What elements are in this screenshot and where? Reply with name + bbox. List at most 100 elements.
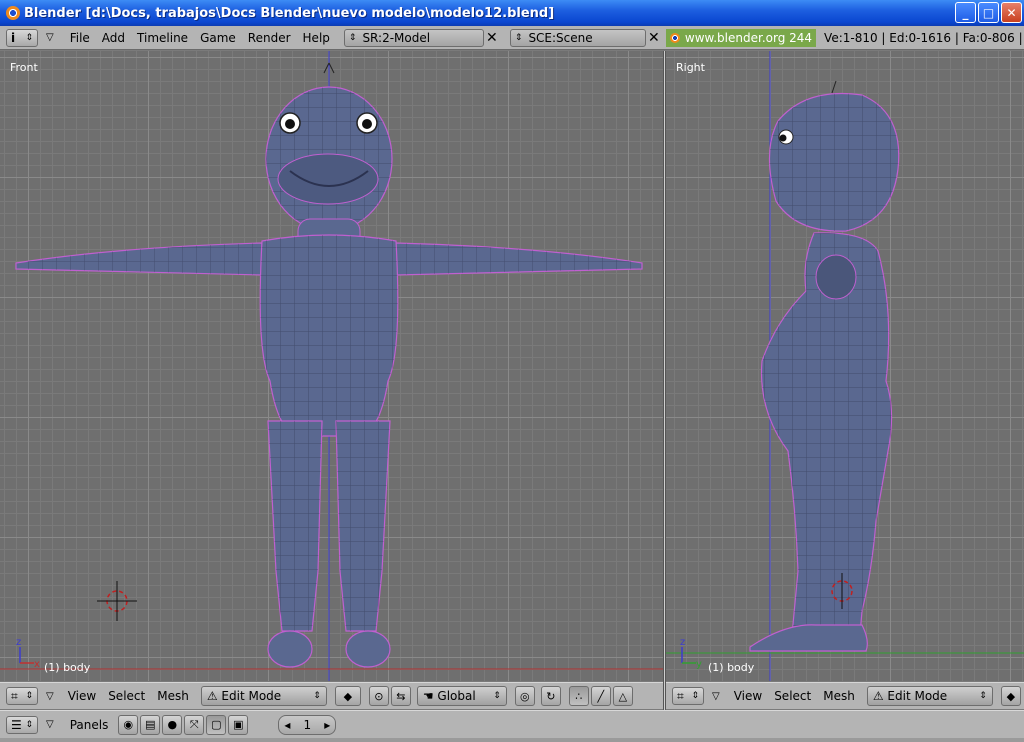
updown-arrows-icon: ⇕ — [313, 691, 321, 701]
bottom-edge — [0, 738, 1024, 742]
edit-mode-icon: ⚠ — [872, 689, 884, 703]
3d-view-header-right: ⌗ ⇕ ▽ View Select Mesh ⚠ Edit Mode ⇕ ◆ — [666, 682, 1024, 709]
delete-screen-button[interactable]: ✕ — [484, 29, 500, 47]
character-torso — [259, 234, 399, 437]
logic-icon[interactable]: ◉ — [118, 714, 139, 735]
side-head — [768, 80, 900, 232]
info-icon: i — [11, 30, 16, 45]
minimize-button[interactable]: _ — [955, 2, 976, 23]
svg-text:x: x — [34, 659, 40, 670]
menu-help[interactable]: Help — [297, 31, 336, 45]
menu-game[interactable]: Game — [194, 31, 242, 45]
grid-icon: ⌗ — [677, 688, 684, 703]
close-button[interactable]: ✕ — [1001, 2, 1022, 23]
frame-number-field[interactable]: ◂ 1 ▸ — [278, 714, 337, 735]
updown-arrows-icon: ⇕ — [979, 691, 987, 701]
character-head — [265, 62, 393, 232]
menu-file[interactable]: File — [64, 31, 96, 45]
draw-type-button[interactable]: ◆ — [1000, 686, 1021, 706]
menu-render[interactable]: Render — [242, 31, 297, 45]
menu-view[interactable]: View — [728, 689, 768, 703]
window-titlebar: Blender [d:\Docs, trabajos\Docs Blender\… — [0, 0, 1024, 26]
svg-text:y: y — [696, 659, 702, 670]
script-icon[interactable]: ▤ — [140, 714, 161, 735]
collapse-menu-triangle-icon[interactable]: ▽ — [42, 32, 58, 43]
updown-arrows-icon: ⇕ — [514, 32, 523, 43]
blender-version-badge[interactable]: www.blender.org 244 — [665, 28, 817, 47]
blender-logo-icon — [6, 6, 20, 20]
updown-arrows-icon: ⇕ — [493, 691, 501, 701]
window-controls: _ □ ✕ — [955, 2, 1022, 23]
editor-type-button[interactable]: ⌗ ⇕ — [672, 687, 704, 705]
buttons-window-header: ☰ ⇕ ▽ Panels ◉ ▤ ● ⤧ ▢ ▣ ◂ 1 ▸ — [0, 710, 1024, 738]
shading-icon[interactable]: ● — [162, 714, 183, 735]
object-icon[interactable]: ⤧ — [184, 714, 205, 735]
maximize-button[interactable]: □ — [978, 2, 999, 23]
frame-value: 1 — [303, 717, 312, 732]
editing-icon[interactable]: ▢ — [206, 714, 227, 735]
menu-mesh[interactable]: Mesh — [817, 689, 861, 703]
svg-text:z: z — [16, 637, 21, 648]
menu-add[interactable]: Add — [96, 31, 131, 45]
blender-logo-icon — [669, 32, 680, 43]
updown-arrows-icon: ⇕ — [348, 32, 357, 43]
editor-type-button[interactable]: ⌗ ⇕ — [6, 687, 38, 705]
scene-selector[interactable]: ⇕ SCE:Scene — [509, 28, 646, 47]
mesh-stats: Ve:1-810 | Ed:0-1616 | Fa:0-806 | — [824, 30, 1023, 45]
face-select-button[interactable]: △ — [612, 686, 633, 706]
panels-menu[interactable]: Panels — [64, 718, 115, 732]
updown-arrows-icon: ⇕ — [25, 719, 33, 730]
menu-mesh[interactable]: Mesh — [151, 689, 195, 703]
axis-gizmo-icon: z x — [16, 637, 40, 670]
screen-selector[interactable]: ⇕ SR:2-Model — [343, 28, 484, 47]
active-object-label: (1) body — [44, 661, 91, 674]
active-object-label: (1) body — [708, 661, 755, 674]
collapse-menu-triangle-icon[interactable]: ▽ — [42, 719, 58, 730]
scene-icon[interactable]: ▣ — [228, 714, 249, 735]
pivot-button[interactable]: ⊙ — [368, 686, 389, 706]
blender-url: www.blender.org 244 — [684, 30, 813, 45]
draw-type-button[interactable]: ◆ — [334, 686, 361, 706]
3d-view-header-left: ⌗ ⇕ ▽ View Select Mesh ⚠ Edit Mode ⇕ ◆ ⊙… — [0, 682, 663, 709]
menu-select[interactable]: Select — [102, 689, 151, 703]
widget-button[interactable]: ⇆ — [390, 686, 411, 706]
mode-selector[interactable]: ⚠ Edit Mode ⇕ — [200, 686, 327, 706]
delete-scene-button[interactable]: ✕ — [646, 29, 662, 47]
grid-icon: ⌗ — [11, 688, 18, 703]
window-title: Blender [d:\Docs, trabajos\Docs Blender\… — [24, 5, 555, 21]
edge-select-button[interactable]: ╱ — [590, 686, 611, 706]
menu-timeline[interactable]: Timeline — [131, 31, 194, 45]
info-header: i ⇕ ▽ File Add Timeline Game Render Help… — [0, 26, 1024, 50]
collapse-menu-triangle-icon[interactable]: ▽ — [42, 691, 58, 702]
updown-arrows-icon: ⇕ — [691, 691, 699, 701]
updown-arrows-icon: ⇕ — [25, 691, 33, 701]
proportional-edit-button[interactable]: ◎ — [514, 686, 535, 706]
decrement-arrow-icon[interactable]: ◂ — [284, 718, 290, 732]
svg-text:z: z — [680, 637, 685, 648]
orientation-selector[interactable]: ☚ Global ⇕ — [416, 686, 507, 706]
mode-label: Edit Mode — [221, 689, 282, 703]
updown-arrows-icon: ⇕ — [25, 32, 33, 43]
screen-name: SR:2-Model — [362, 30, 431, 45]
collapse-menu-triangle-icon[interactable]: ▽ — [708, 691, 724, 702]
hand-icon: ☚ — [422, 689, 434, 703]
edit-mode-icon: ⚠ — [206, 689, 218, 703]
buttons-window-icon: ☰ — [11, 717, 22, 732]
front-viewport[interactable]: Front z x (1) body — [0, 51, 663, 681]
right-viewport[interactable]: Right z y (1) body — [666, 51, 1024, 681]
front-character-mesh: z x — [0, 51, 663, 681]
side-body — [749, 232, 893, 652]
3d-cursor-icon[interactable] — [97, 581, 137, 621]
mode-selector[interactable]: ⚠ Edit Mode ⇕ — [866, 686, 993, 706]
orientation-label: Global — [437, 689, 476, 703]
side-character-mesh: z y — [666, 51, 1024, 681]
increment-arrow-icon[interactable]: ▸ — [324, 718, 330, 732]
snap-button[interactable]: ↻ — [540, 686, 561, 706]
editor-type-button[interactable]: ☰ ⇕ — [6, 715, 38, 734]
menu-select[interactable]: Select — [768, 689, 817, 703]
window-type-button[interactable]: i ⇕ — [6, 28, 38, 47]
mode-label: Edit Mode — [887, 689, 948, 703]
menu-view[interactable]: View — [62, 689, 102, 703]
scene-name: SCE:Scene — [528, 30, 593, 45]
vertex-select-button[interactable]: ∴ — [568, 686, 589, 706]
